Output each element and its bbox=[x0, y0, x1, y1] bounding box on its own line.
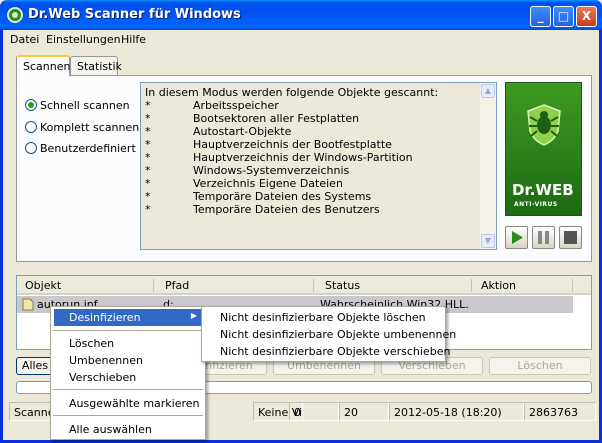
list-item: * Arbeitsspeicher bbox=[145, 99, 279, 112]
radio-full-scan[interactable]: Komplett scannen bbox=[25, 120, 139, 134]
column-header-objekt[interactable]: Objekt bbox=[25, 279, 61, 292]
delete-button[interactable]: Löschen bbox=[489, 357, 591, 375]
disinfect-submenu: Nicht desinfizierbare Objekte löschen Ni… bbox=[201, 306, 456, 362]
drweb-logo: Dr.WEB ANTI-VIRUS bbox=[505, 82, 582, 216]
pause-scan-button[interactable] bbox=[532, 226, 555, 249]
ctx-mark-selected[interactable]: Ausgewählte markieren bbox=[54, 395, 200, 412]
scan-tab-panel: Schnell scannen Komplett scannen Benutze… bbox=[16, 75, 592, 262]
menu-bar: Datei Einstellungen Hilfe bbox=[3, 30, 599, 48]
column-header-pfad[interactable]: Pfad bbox=[165, 279, 189, 292]
description-heading: In diesem Modus werden folgende Objekte … bbox=[145, 86, 439, 99]
spider-shield-icon bbox=[527, 104, 561, 146]
status-number: 2863763 bbox=[524, 402, 596, 421]
scroll-up-icon[interactable]: ▲ bbox=[481, 84, 495, 98]
maximize-button[interactable]: □ bbox=[553, 6, 574, 27]
select-all-button[interactable]: Alles bbox=[16, 357, 54, 375]
close-button[interactable]: X bbox=[576, 6, 597, 27]
tab-statistik[interactable]: Statistik bbox=[70, 56, 122, 76]
status-datetime: 2012-05-18 (18:20) bbox=[389, 402, 524, 421]
scan-mode-description: In diesem Modus werden folgende Objekte … bbox=[140, 82, 497, 250]
start-scan-button[interactable] bbox=[505, 226, 528, 249]
list-item: * Autostart-Objekte bbox=[145, 125, 292, 138]
menu-separator bbox=[53, 330, 203, 331]
radio-selected-indicator bbox=[25, 99, 37, 111]
description-scrollbar[interactable]: ▲ ▼ bbox=[480, 83, 496, 249]
context-menu: Desinfizieren ▶ Löschen Umbenennen Versc… bbox=[50, 306, 206, 440]
radio-custom-scan-label: Benutzerdefiniert bbox=[40, 141, 136, 155]
radio-quick-scan-label: Schnell scannen bbox=[40, 98, 130, 112]
ctx-delete[interactable]: Löschen bbox=[54, 335, 114, 352]
radio-quick-scan[interactable]: Schnell scannen bbox=[25, 98, 130, 112]
minimize-button[interactable]: _ bbox=[530, 6, 551, 27]
play-icon bbox=[512, 231, 523, 244]
menu-einstellungen[interactable]: Einstellungen bbox=[46, 33, 121, 46]
logo-brand: Dr.WEB bbox=[512, 181, 574, 199]
submenu-rename-undisinfectable[interactable]: Nicht desinfizierbare Objekte umbenennen bbox=[205, 326, 456, 343]
ctx-move[interactable]: Verschieben bbox=[54, 369, 136, 386]
column-header-aktion[interactable]: Aktion bbox=[481, 279, 516, 292]
logo-subtitle: ANTI-VIRUS bbox=[514, 201, 558, 208]
list-item: * Temporäre Dateien des Benutzers bbox=[145, 203, 380, 216]
list-item: * Verzeichnis Eigene Dateien bbox=[145, 177, 343, 190]
drweb-app-icon[interactable] bbox=[7, 7, 23, 23]
list-item: * Hauptverzeichnis der Bootfestplatte bbox=[145, 138, 392, 151]
title-bar[interactable]: Dr.Web Scanner für Windows _ □ X bbox=[0, 0, 602, 30]
ctx-select-all[interactable]: Alle auswählen bbox=[54, 421, 152, 438]
submenu-delete-undisinfectable[interactable]: Nicht desinfizierbare Objekte löschen bbox=[205, 309, 426, 326]
status-count2: 20 bbox=[339, 402, 389, 421]
column-header-status[interactable]: Status bbox=[325, 279, 360, 292]
pause-icon bbox=[538, 231, 549, 244]
stop-icon bbox=[564, 231, 577, 244]
file-icon bbox=[22, 298, 34, 311]
ctx-disinfect[interactable]: Desinfizieren ▶ bbox=[54, 309, 203, 326]
scroll-down-icon[interactable]: ▼ bbox=[481, 234, 495, 248]
status-count1: 0 bbox=[289, 402, 339, 421]
menu-separator bbox=[53, 389, 203, 390]
tab-scannen[interactable]: Scannen bbox=[16, 55, 70, 76]
submenu-arrow-icon: ▶ bbox=[190, 311, 197, 320]
list-item: * Temporäre Dateien des Systems bbox=[145, 190, 372, 203]
menu-hilfe[interactable]: Hilfe bbox=[121, 33, 146, 46]
menu-separator bbox=[53, 415, 203, 416]
menu-datei[interactable]: Datei bbox=[10, 33, 39, 46]
list-item: * Bootsektoren aller Festplatten bbox=[145, 112, 360, 125]
radio-custom-scan[interactable]: Benutzerdefiniert bbox=[25, 141, 136, 155]
window-title: Dr.Web Scanner für Windows bbox=[28, 7, 241, 22]
ctx-rename[interactable]: Umbenennen bbox=[54, 352, 143, 369]
stop-scan-button[interactable] bbox=[559, 226, 582, 249]
submenu-move-undisinfectable[interactable]: Nicht desinfizierbare Objekte verschiebe… bbox=[205, 343, 450, 360]
list-item: * Windows-Systemverzeichnis bbox=[145, 164, 350, 177]
radio-indicator bbox=[25, 142, 37, 154]
radio-indicator bbox=[25, 121, 37, 133]
list-item: * Hauptverzeichnis der Windows-Partition bbox=[145, 151, 413, 164]
results-header: Objekt Pfad Status Aktion bbox=[17, 276, 591, 295]
radio-full-scan-label: Komplett scannen bbox=[40, 120, 140, 134]
